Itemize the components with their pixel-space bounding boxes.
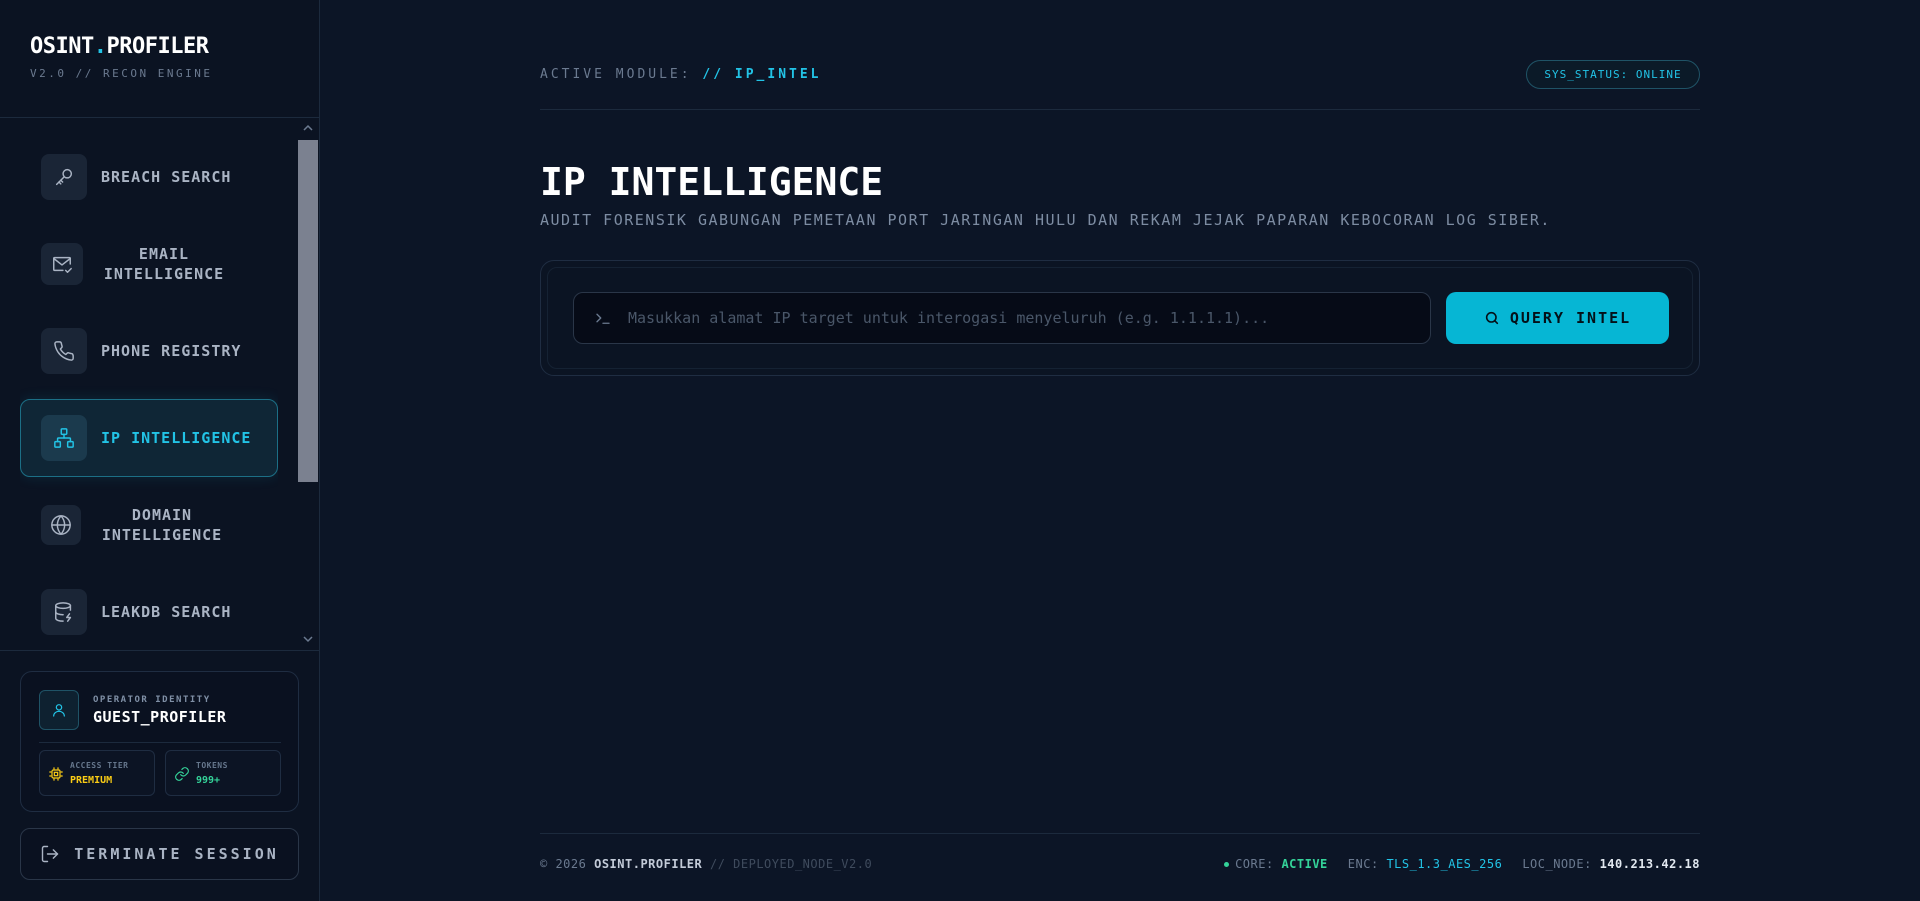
brand: OSINT.PROFILER V2.0 // RECON ENGINE [30,34,212,80]
phone-icon [41,328,87,374]
logout-icon [42,845,59,863]
footer-copyright: © 2026 OSINT.PROFILER // DEPLOYED_NODE_V… [540,857,872,871]
active-module-prefix: ACTIVE MODULE: [540,67,692,82]
sidebar-item-leakdb-search[interactable]: LEAKDB SEARCH [20,573,278,650]
query-intel-button[interactable]: QUERY INTEL [1446,292,1669,344]
sidebar-item-label: BREACH SEARCH [101,168,232,186]
access-tier-chip: ACCESS TIER PREMIUM [39,750,155,796]
database-icon [41,589,87,635]
network-icon [41,415,87,461]
chip-icon [49,767,63,781]
terminate-label: TERMINATE SESSION [74,845,279,863]
page-title: IP INTELLIGENCE [540,160,884,204]
brand-title: OSINT.PROFILER [30,34,209,59]
brand-subtitle: V2.0 // RECON ENGINE [30,67,213,80]
sidebar-item-label: EMAIL INTELLIGENCE [103,245,225,283]
sidebar: OSINT.PROFILER V2.0 // RECON ENGINE BREA… [0,0,320,901]
tokens-value: 999+ [196,775,221,786]
divider [39,742,281,743]
scroll-down-icon[interactable] [298,631,318,647]
copyright-text: © 2026 [540,857,587,871]
active-module-value: // IP_INTEL [702,67,822,82]
user-icon [39,690,79,730]
active-module: ACTIVE MODULE: // IP_INTEL [540,67,822,82]
query-intel-label: QUERY INTEL [1509,309,1632,327]
sidebar-item-domain-intelligence[interactable]: DOMAIN INTELLIGENCE [20,486,278,564]
enc-status: ENC: TLS_1.3_AES_256 [1347,857,1503,871]
sidebar-item-label: LEAKDB SEARCH [101,603,232,621]
search-icon [1485,311,1498,325]
access-tier-value: PREMIUM [70,775,113,786]
footer-node: // DEPLOYED_NODE_V2.0 [709,857,873,871]
main-content: ACTIVE MODULE: // IP_INTEL SYS_STATUS: O… [320,0,1920,901]
footer-status: CORE: ACTIVE ENC: TLS_1.3_AES_256 LOC_NO… [1224,857,1700,871]
sidebar-nav: BREACH SEARCH EMAIL INTELLIGENCE PHONE R… [20,132,278,650]
footer-divider [540,833,1700,834]
sidebar-item-email-intelligence[interactable]: EMAIL INTELLIGENCE [20,225,278,303]
operator-card: OPERATOR IDENTITY GUEST_PROFILER ACCESS … [20,671,299,812]
sidebar-item-ip-intelligence[interactable]: IP INTELLIGENCE [20,399,278,477]
tokens-label: TOKENS [196,761,228,770]
loc-node-status: LOC_NODE: 140.213.42.18 [1522,857,1700,871]
operator-name: GUEST_PROFILER [93,708,227,726]
sidebar-divider [0,117,319,118]
operator-kicker: OPERATOR IDENTITY [93,695,211,705]
sidebar-item-label: DOMAIN INTELLIGENCE [101,506,223,544]
terminate-session-button[interactable]: TERMINATE SESSION [20,828,299,880]
mail-check-icon [41,243,83,285]
sidebar-item-label: IP INTELLIGENCE [101,429,252,447]
terminal-icon [596,313,610,324]
ip-query-field[interactable] [573,292,1431,344]
sidebar-item-label: PHONE REGISTRY [101,342,242,360]
footer-brand: OSINT.PROFILER [594,857,703,871]
status-badge: SYS_STATUS: ONLINE [1526,60,1700,89]
scroll-up-icon[interactable] [298,120,318,136]
query-panel: QUERY INTEL [540,260,1700,376]
page-subtitle: AUDIT FORENSIK GABUNGAN PEMETAAN PORT JA… [540,211,1551,229]
access-tier-label: ACCESS TIER [70,761,129,770]
ip-query-input[interactable] [628,309,1408,327]
sidebar-item-breach-search[interactable]: BREACH SEARCH [20,138,278,216]
tokens-chip: TOKENS 999+ [165,750,281,796]
scrollbar-thumb[interactable] [298,140,318,482]
globe-icon [41,505,81,545]
sidebar-item-phone-registry[interactable]: PHONE REGISTRY [20,312,278,390]
status-dot-icon [1224,862,1230,867]
header-divider [540,109,1700,110]
key-icon [41,154,87,200]
core-status: CORE: ACTIVE [1224,857,1328,871]
sidebar-divider [0,650,319,651]
link-icon [175,767,189,781]
